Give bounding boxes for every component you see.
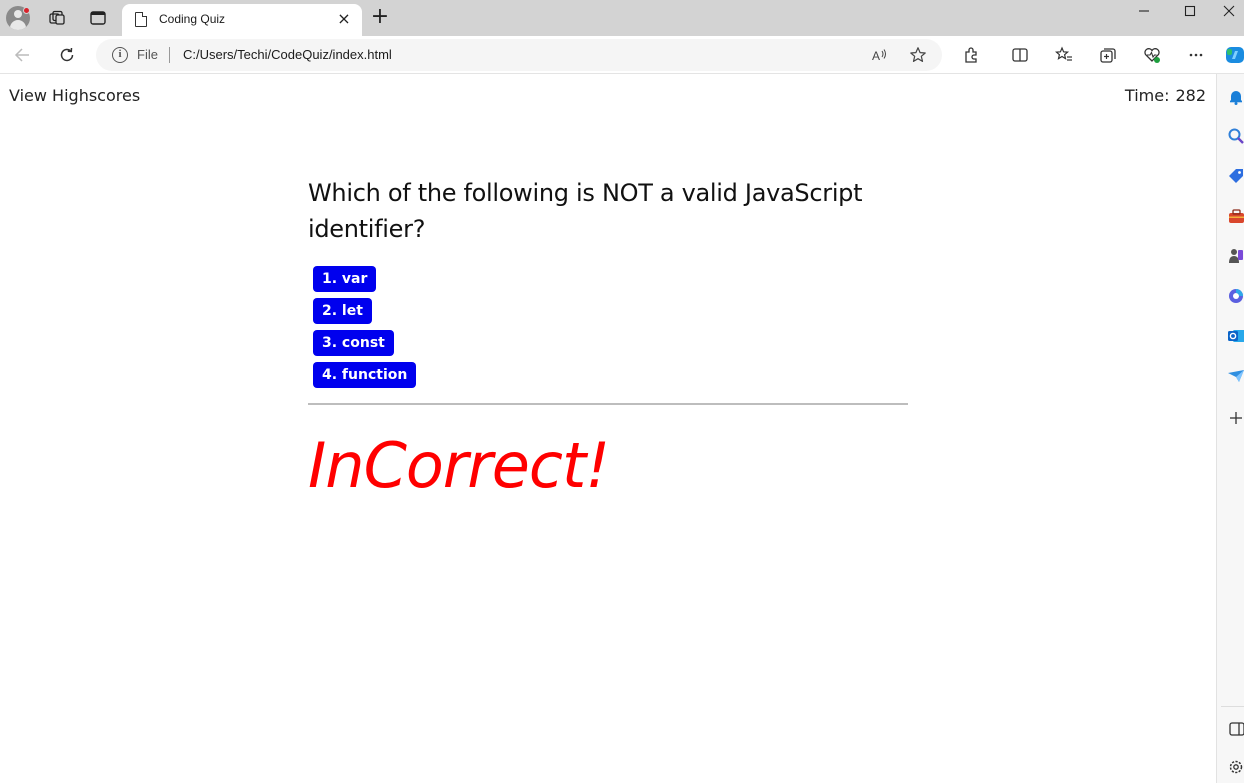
copilot-icon[interactable]	[1224, 43, 1244, 67]
refresh-icon[interactable]	[55, 43, 79, 67]
settings-icon[interactable]	[1227, 758, 1244, 776]
tab-strip: Coding Quiz × +	[0, 0, 1244, 36]
tab-title: Coding Quiz	[159, 12, 226, 26]
split-screen-icon[interactable]	[1008, 43, 1032, 67]
new-tab-button[interactable]: +	[368, 6, 392, 30]
outlook-icon[interactable]	[1227, 327, 1244, 345]
collections-icon[interactable]	[1096, 43, 1120, 67]
divider	[308, 403, 908, 405]
choice-button-3[interactable]: 3. const	[313, 330, 394, 356]
browser-toolbar: i File C:/Users/Techi/CodeQuiz/index.htm…	[0, 36, 1244, 74]
address-bar[interactable]: i File C:/Users/Techi/CodeQuiz/index.htm…	[96, 39, 942, 71]
games-icon[interactable]	[1227, 247, 1244, 265]
workspaces-icon[interactable]	[47, 8, 67, 28]
back-icon[interactable]	[10, 43, 34, 67]
choices-list: 1. var 2. let 3. const 4. function	[313, 266, 908, 388]
microsoft-365-icon[interactable]	[1227, 287, 1244, 305]
more-options-icon[interactable]	[1184, 43, 1208, 67]
question-text: Which of the following is NOT a valid Ja…	[308, 179, 863, 243]
extensions-icon[interactable]	[959, 43, 983, 67]
browser-essentials-icon[interactable]	[1140, 43, 1164, 67]
address-separator	[169, 47, 170, 63]
sidebar-divider	[1221, 706, 1244, 707]
favorites-icon[interactable]	[1052, 43, 1076, 67]
view-highscores-link[interactable]: View Highscores	[9, 86, 140, 105]
url-text[interactable]: C:/Users/Techi/CodeQuiz/index.html	[183, 47, 392, 62]
notifications-icon[interactable]	[1227, 88, 1244, 106]
read-aloud-icon[interactable]: A	[867, 43, 891, 67]
shopping-tag-icon[interactable]	[1227, 167, 1244, 185]
tab-coding-quiz[interactable]: Coding Quiz ×	[122, 4, 362, 36]
search-icon[interactable]	[1227, 127, 1244, 145]
drop-icon[interactable]	[1227, 367, 1244, 385]
timer-label: Time:	[1124, 86, 1170, 105]
minimize-button[interactable]	[1121, 0, 1167, 22]
quiz-card: Which of the following is NOT a valid Ja…	[308, 175, 908, 501]
profile-notification-dot	[23, 7, 30, 14]
favorite-star-icon[interactable]	[906, 43, 930, 67]
answer-feedback: InCorrect!	[308, 429, 610, 502]
hide-sidebar-icon[interactable]	[1227, 720, 1244, 738]
page-content: View Highscores Time: 282 Which of the fo…	[0, 75, 1216, 783]
tab-close-icon[interactable]: ×	[334, 9, 354, 29]
choice-button-1[interactable]: 1. var	[313, 266, 377, 292]
scheme-label: File	[137, 47, 158, 62]
choice-button-2[interactable]: 2. let	[313, 298, 372, 324]
choice-button-4[interactable]: 4. function	[313, 362, 417, 388]
maximize-button[interactable]	[1167, 0, 1213, 22]
tools-icon[interactable]	[1227, 207, 1244, 225]
edge-sidebar	[1216, 74, 1244, 783]
page-icon	[135, 12, 147, 27]
timer-value: 282	[1175, 86, 1206, 105]
timer: Time: 282	[1125, 86, 1206, 105]
close-window-button[interactable]	[1213, 0, 1244, 22]
vertical-tabs-icon[interactable]	[88, 8, 108, 28]
svg-text:A: A	[872, 49, 880, 63]
add-icon[interactable]	[1227, 409, 1244, 427]
site-info-icon[interactable]: i	[112, 47, 128, 63]
